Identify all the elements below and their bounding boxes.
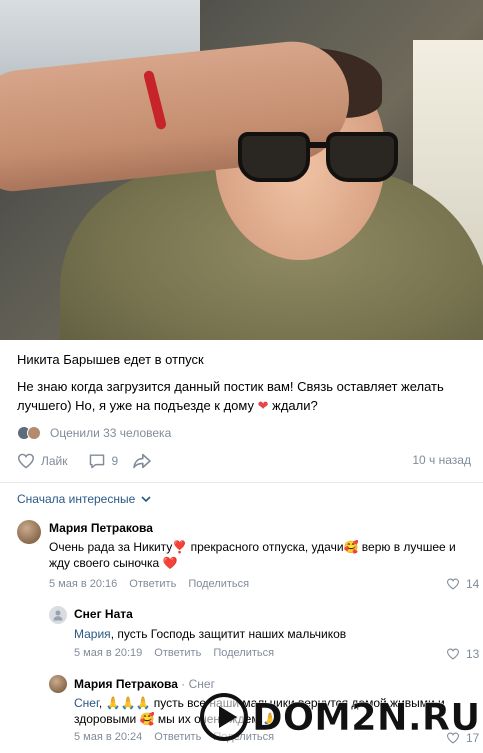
comment-meta: 5 мая в 20:19 Ответить Поделиться — [74, 647, 286, 659]
post-photo[interactable] — [0, 0, 483, 340]
comment-icon — [89, 454, 104, 469]
comments-count: 9 — [111, 454, 119, 468]
comment-meta: 5 мая в 20:16 Ответить Поделиться — [49, 578, 261, 590]
share-button[interactable] — [132, 453, 158, 469]
comment-text-body: , пусть Господь защитит наших мальчиков — [110, 627, 347, 641]
post-body-line1: Не знаю когда загрузится данный постик в… — [17, 379, 444, 394]
reply-button[interactable]: Ответить — [154, 647, 201, 659]
post-body-line2-end: ждали? — [268, 398, 318, 413]
comment-like-button[interactable]: 13 — [446, 647, 479, 661]
user-icon — [53, 610, 63, 621]
sort-label: Сначала интересные — [17, 492, 136, 506]
comment-likes: 13 — [466, 647, 480, 661]
like-button[interactable]: Лайк — [17, 453, 68, 469]
chevron-down-icon — [141, 495, 151, 502]
reply-to[interactable]: Снег — [189, 677, 215, 691]
post-body-line2: лучшего) Но, я уже на подъезде к дому — [17, 398, 254, 413]
avatar[interactable] — [49, 675, 67, 693]
reactor-avatar — [27, 426, 41, 440]
heart-icon — [446, 578, 460, 590]
post-actions: Лайк 9 10 ч назад — [17, 450, 477, 472]
reply-button[interactable]: Ответить — [154, 731, 201, 743]
comment-author-line: Мария Петракова · Снег — [74, 677, 215, 691]
comment-author[interactable]: Снег Ната — [74, 607, 133, 621]
play-icon — [200, 693, 248, 741]
comment-date[interactable]: 5 мая в 20:24 — [74, 731, 142, 743]
reply-button[interactable]: Ответить — [129, 578, 176, 590]
avatar[interactable] — [17, 520, 41, 544]
share-icon — [133, 453, 152, 469]
comment-likes: 14 — [466, 577, 480, 591]
reply-to-separator: · — [181, 677, 189, 691]
mention-link[interactable]: Снег — [74, 696, 99, 710]
mention-link[interactable]: Мария — [74, 627, 111, 641]
reactions-summary[interactable]: Оценили 33 человека — [17, 424, 171, 442]
comment-like-button[interactable]: 14 — [446, 577, 479, 591]
post-body: Не знаю когда загрузится данный постик в… — [17, 377, 472, 415]
comment-author[interactable]: Мария Петракова — [74, 677, 178, 691]
heart-icon — [17, 453, 35, 469]
avatar[interactable] — [49, 606, 67, 624]
heart-emoji: ❤ — [257, 398, 269, 413]
reactions-text: Оценили 33 человека — [50, 426, 172, 440]
comment-author[interactable]: Мария Петракова — [49, 521, 153, 535]
share-comment-button[interactable]: Поделиться — [188, 578, 249, 590]
post-title: Никита Барышев едет в отпуск — [17, 352, 204, 367]
comments-button[interactable]: 9 — [88, 453, 119, 469]
comment-date[interactable]: 5 мая в 20:19 — [74, 647, 142, 659]
comment-text: Мария, пусть Господь защитит наших мальч… — [74, 626, 469, 642]
comments-sort[interactable]: Сначала интересные — [17, 492, 151, 506]
heart-icon — [446, 648, 460, 660]
like-label: Лайк — [41, 454, 68, 468]
share-comment-button[interactable]: Поделиться — [213, 647, 274, 659]
sunglasses — [238, 122, 408, 184]
comment-date[interactable]: 5 мая в 20:16 — [49, 578, 117, 590]
divider — [0, 482, 483, 483]
watermark: DOM2N.RU — [200, 690, 483, 744]
post-timestamp[interactable]: 10 ч назад — [412, 453, 471, 467]
watermark-text: DOM2N.RU — [252, 695, 481, 739]
comment-text: Очень рада за Никиту❣️ прекрасного отпус… — [49, 540, 456, 570]
